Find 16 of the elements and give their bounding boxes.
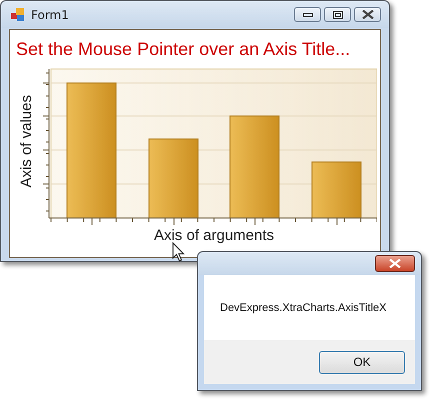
maximize-icon	[332, 10, 342, 18]
bar	[312, 162, 362, 218]
app-icon	[11, 8, 25, 22]
ok-button[interactable]: OK	[319, 350, 405, 374]
close-button[interactable]	[375, 255, 415, 272]
maximize-button[interactable]	[324, 7, 351, 22]
close-icon	[362, 10, 374, 19]
close-icon	[389, 259, 401, 268]
window-title: Form1	[31, 8, 69, 22]
minimize-button[interactable]	[294, 7, 321, 22]
message-text: DevExpress.XtraCharts.AxisTitleX	[220, 302, 386, 314]
close-button[interactable]	[354, 7, 381, 22]
minimize-icon	[302, 12, 312, 18]
chart-heading: Set the Mouse Pointer over an Axis Title...	[15, 38, 352, 60]
y-axis-title[interactable]: Axis of values	[18, 95, 35, 188]
x-axis-title[interactable]: Axis of arguments	[154, 227, 274, 244]
